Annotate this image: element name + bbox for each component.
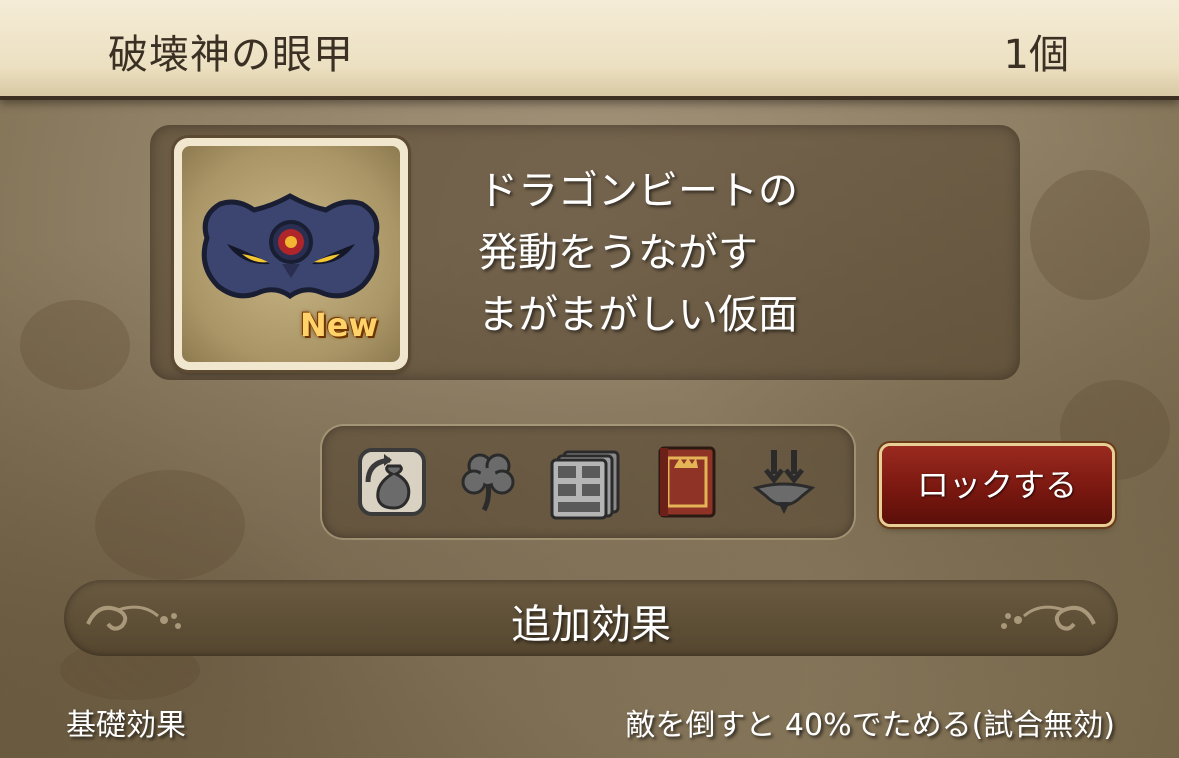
effect-value: 敵を倒すと 40%でためる(試合無効) — [625, 708, 1115, 743]
fusion-button[interactable] — [746, 444, 822, 520]
background-blob — [20, 300, 130, 390]
new-badge: New — [300, 306, 379, 344]
storage-button[interactable] — [548, 444, 624, 520]
storage-drawer-icon[interactable] — [548, 444, 624, 520]
action-icon-bar — [322, 426, 854, 538]
item-name: 破壊神の眼甲 — [108, 32, 354, 78]
ornament-right-icon — [1001, 605, 1096, 631]
lock-button[interactable]: ロックする — [882, 446, 1112, 524]
book-icon[interactable] — [648, 444, 724, 520]
item-header: 破壊神の眼甲 1個 — [0, 0, 1179, 100]
effect-section-header: 追加効果 — [64, 580, 1118, 656]
background-blob — [95, 470, 245, 580]
item-thumbnail: New — [174, 138, 408, 370]
clover-icon[interactable] — [450, 444, 526, 520]
item-description: ドラゴンビートの 発動をうながす まがまがしい仮面 — [478, 160, 798, 346]
sell-bag-icon[interactable] — [354, 444, 430, 520]
favorite-button[interactable] — [450, 444, 526, 520]
item-count: 1個 — [1003, 32, 1069, 78]
effect-label: 基礎効果 — [66, 708, 186, 743]
description-line: まがまがしい仮面 — [478, 292, 798, 338]
effect-section-title: 追加効果 — [511, 602, 671, 648]
gem-fusion-icon[interactable] — [746, 444, 822, 520]
description-line: ドラゴンビートの — [478, 168, 798, 214]
sell-button[interactable] — [354, 444, 430, 520]
description-line: 発動をうながす — [478, 230, 758, 276]
background-blob — [1030, 170, 1150, 300]
album-button[interactable] — [648, 444, 724, 520]
effect-row: 基礎効果 敵を倒すと 40%でためる(試合無効) — [0, 690, 1179, 750]
